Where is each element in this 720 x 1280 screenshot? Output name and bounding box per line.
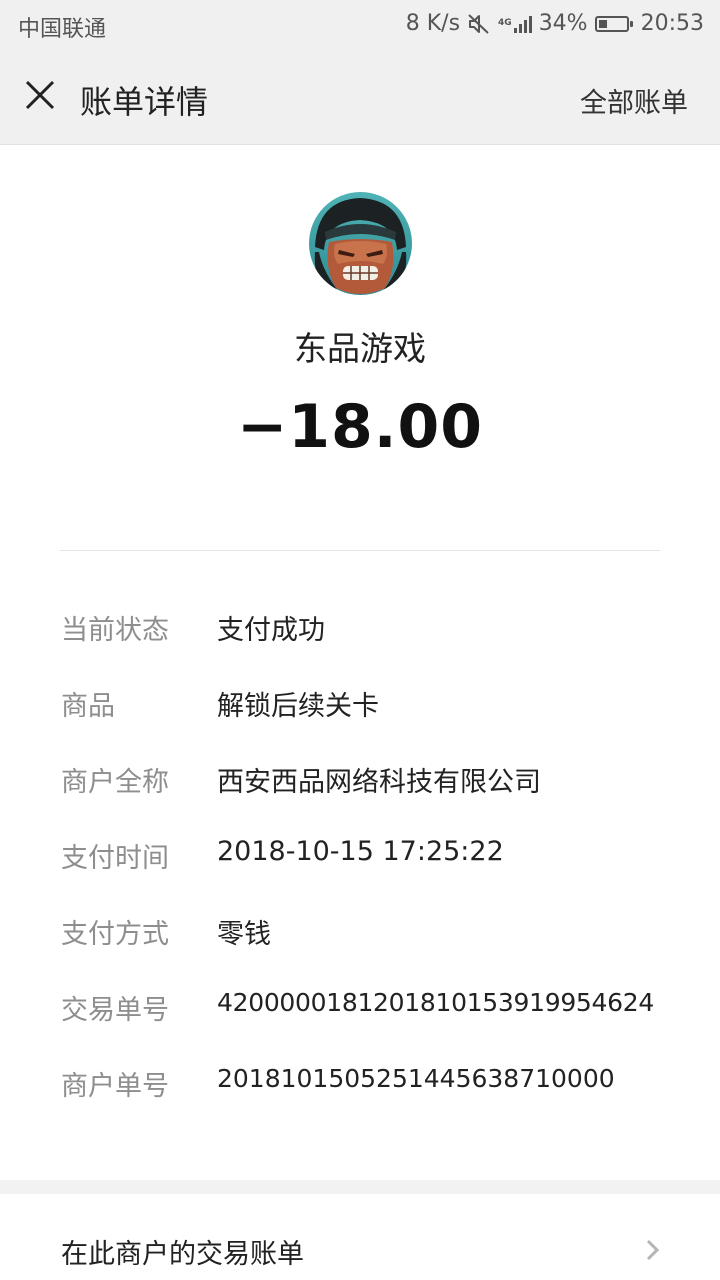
merchant-name: 东品游戏 bbox=[294, 329, 426, 368]
detail-value: 2018101505251445638710000 bbox=[217, 1064, 615, 1093]
merchant-avatar bbox=[309, 192, 412, 295]
signal-icon bbox=[512, 15, 532, 33]
page-title: 账单详情 bbox=[80, 83, 209, 121]
detail-value: 2018-10-15 17:25:22 bbox=[217, 836, 504, 867]
merchant-bills-label: 在此商户的交易账单 bbox=[61, 1239, 304, 1270]
detail-value: 西安西品网络科技有限公司 bbox=[217, 767, 541, 798]
close-icon bbox=[25, 80, 55, 110]
network-type-icon: 4G bbox=[498, 15, 532, 33]
detail-label: 当前状态 bbox=[61, 615, 169, 646]
network-type-label: 4G bbox=[498, 18, 512, 28]
detail-value: 零钱 bbox=[217, 919, 271, 950]
detail-label: 支付时间 bbox=[61, 843, 169, 874]
title-bar: 账单详情 全部账单 bbox=[0, 50, 720, 145]
detail-row-merchant-order-id: 商户单号 2018101505251445638710000 bbox=[0, 1064, 720, 1104]
detail-row-payment-method: 支付方式 零钱 bbox=[0, 912, 720, 952]
transaction-amount: −18.00 bbox=[236, 392, 484, 462]
detail-label: 交易单号 bbox=[61, 995, 169, 1026]
detail-row-product: 商品 解锁后续关卡 bbox=[0, 684, 720, 724]
battery-fill bbox=[598, 19, 608, 28]
battery-icon bbox=[594, 15, 633, 32]
all-bills-link[interactable]: 全部账单 bbox=[580, 81, 688, 120]
section-gap bbox=[0, 1180, 720, 1194]
status-icons: 8 K/s 4G 34% 20:53 bbox=[399, 11, 704, 36]
detail-label: 支付方式 bbox=[61, 919, 169, 950]
detail-value: 4200000181201810153919954624 bbox=[217, 988, 654, 1017]
detail-value: 支付成功 bbox=[217, 615, 325, 646]
merchant-bills-link[interactable]: 在此商户的交易账单 bbox=[0, 1194, 720, 1280]
clock: 20:53 bbox=[640, 11, 704, 36]
detail-label: 商户全称 bbox=[61, 767, 169, 798]
carrier-label: 中国联通 bbox=[18, 17, 107, 42]
detail-row-payment-time: 支付时间 2018-10-15 17:25:22 bbox=[0, 836, 720, 876]
detail-label: 商户单号 bbox=[61, 1071, 169, 1102]
divider bbox=[60, 550, 660, 551]
battery-percent: 34% bbox=[538, 11, 588, 36]
detail-row-transaction-id: 交易单号 4200000181201810153919954624 bbox=[0, 988, 720, 1028]
status-bar: 中国联通 8 K/s 4G 34% 20:53 bbox=[0, 0, 720, 50]
detail-value: 解锁后续关卡 bbox=[217, 691, 379, 722]
chevron-right-icon bbox=[646, 1239, 660, 1261]
detail-label: 商品 bbox=[61, 691, 115, 722]
close-button[interactable] bbox=[20, 75, 62, 117]
network-speed: 8 K/s bbox=[405, 11, 461, 36]
detail-row-status: 当前状态 支付成功 bbox=[0, 608, 720, 648]
mute-icon bbox=[468, 13, 489, 34]
detail-row-merchant-full-name: 商户全称 西安西品网络科技有限公司 bbox=[0, 760, 720, 800]
